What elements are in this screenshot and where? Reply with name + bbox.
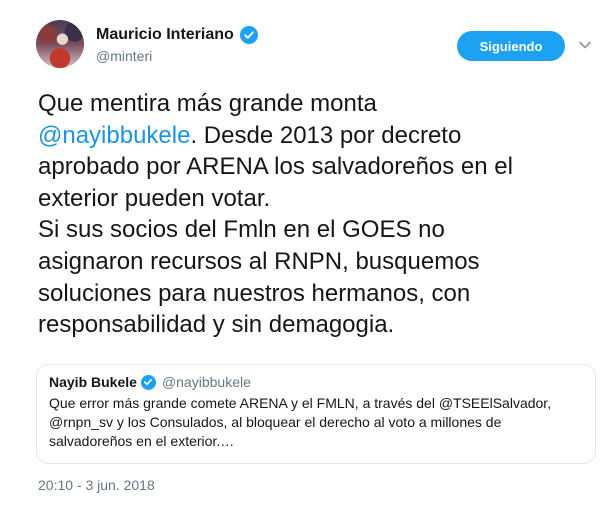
tweet-text-segment: . Desde 2013 por decreto — [190, 121, 462, 149]
tweet-text-line: Que mentira más grande monta — [38, 90, 377, 117]
quoted-tweet-text: Que error más grande comete ARENA y el F… — [49, 394, 589, 451]
quoted-text-line: @rnpn_sv y los Consulados, al bloquear e… — [49, 414, 502, 430]
author-name-row: Mauricio Interiano — [96, 26, 258, 44]
quoted-author-name: Nayib Bukele — [49, 374, 137, 390]
author-avatar[interactable] — [36, 20, 84, 68]
tweet-text-line: aprobado por ARENA los salvadoreños en e… — [38, 153, 513, 181]
quoted-tweet-header: Nayib Bukele @nayibbukele — [49, 374, 251, 390]
verified-badge-icon — [239, 26, 258, 44]
author-handle[interactable]: @minteri — [96, 48, 152, 64]
tweet-text-line: @nayibbukele. Desde 2013 por decreto — [38, 120, 608, 152]
author-display-name[interactable]: Mauricio Interiano — [96, 26, 234, 44]
tweet-timestamp[interactable]: 20:10 - 3 jun. 2018 — [38, 477, 155, 493]
tweet-text-line: Si sus socios del Fmln en el GOES no — [38, 216, 445, 244]
following-button[interactable]: Siguiendo — [457, 31, 565, 61]
quoted-author-handle: @nayibbukele — [161, 374, 251, 390]
quoted-text-line: salvadoreños en el exterior.… — [49, 433, 235, 449]
tweet-text-line: asignaron recursos al RNPN, busquemos — [38, 247, 480, 275]
quoted-tweet[interactable]: Nayib Bukele @nayibbukele Que error más … — [36, 364, 596, 464]
tweet-text-line: soluciones para nuestros hermanos, con — [38, 279, 471, 307]
quoted-text-line: Que error más grande comete ARENA y el F… — [49, 395, 552, 411]
chevron-down-icon[interactable] — [578, 38, 592, 52]
tweet-text-line: exterior pueden votar. — [38, 184, 271, 212]
verified-badge-icon — [140, 374, 156, 390]
tweet-text-line: responsabilidad y sin demagogia. — [38, 311, 395, 339]
mention-link[interactable]: @nayibbukele — [38, 122, 190, 149]
tweet-text: Que mentira más grande monta @nayibbukel… — [38, 88, 608, 341]
